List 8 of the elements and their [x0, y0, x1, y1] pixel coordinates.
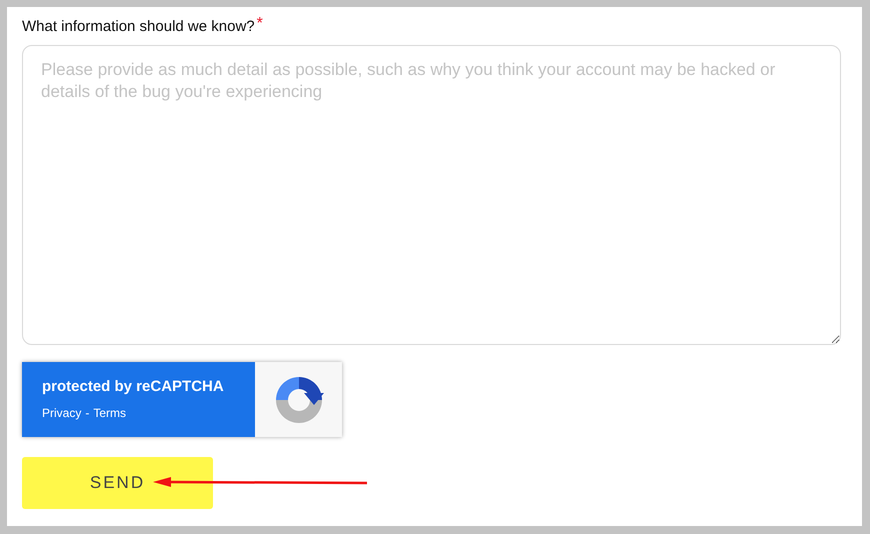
required-mark: *: [256, 16, 263, 32]
details-field[interactable]: Please provide as much detail as possible, such as why you think your account may be hacked or details of the bug you're experiencing: [22, 45, 841, 345]
terms-link[interactable]: Terms: [93, 404, 126, 422]
privacy-link[interactable]: Privacy: [42, 404, 82, 422]
send-button[interactable]: SEND: [22, 457, 213, 509]
link-separator: -: [85, 404, 90, 422]
recaptcha-title: protected by reCAPTCHA: [42, 378, 225, 396]
field-label: What information should we know?: [22, 17, 255, 37]
